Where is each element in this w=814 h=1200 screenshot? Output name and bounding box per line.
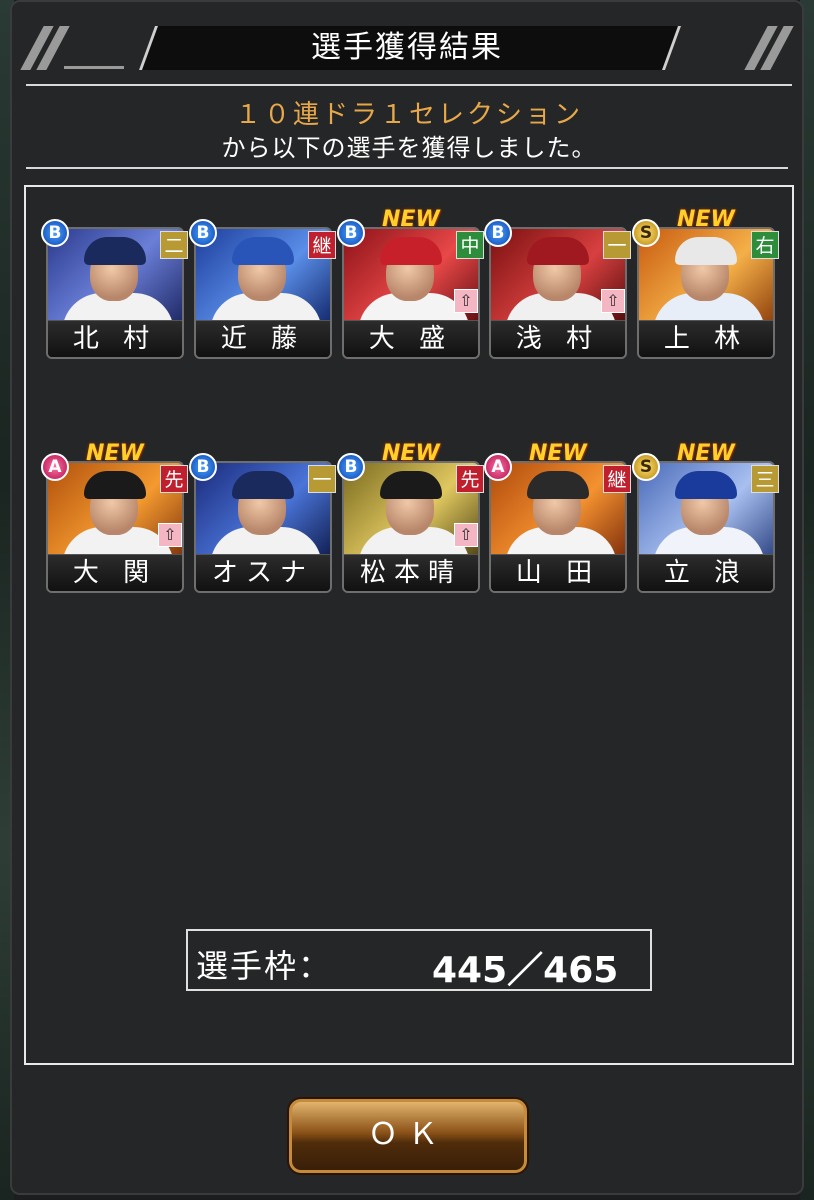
player-name-bar: オスナ [196,554,330,591]
roster-capacity-value: 445／465 [432,950,619,991]
level-up-icon: ⇧ [158,523,182,547]
player-name-bar: 上 林 [639,320,773,357]
ok-button[interactable]: ＯＫ [289,1099,527,1173]
roster-capacity-label: 選手枠： [196,947,333,985]
player-name: オスナ [211,558,314,588]
gacha-name: １０連ドラ１セレクション [234,100,583,130]
player-name: 立 浪 [663,558,749,588]
player-cap [527,237,589,265]
player-name: 近 藤 [220,324,306,354]
player-name: 山 田 [515,558,601,588]
rank-badge: B [189,219,217,247]
new-badge: NEW [529,441,587,466]
new-badge: NEW [677,207,735,232]
position-badge: 一 [603,231,631,259]
player-cap [84,237,146,265]
level-up-icon: ⇧ [454,289,478,313]
position-badge: 継 [308,231,336,259]
position-badge: 右 [751,231,779,259]
player-name: 松本晴 [359,558,462,588]
player-name-bar: 松本晴 [344,554,478,591]
position-badge: 一 [308,465,336,493]
result-dialog: 選手獲得結果 １０連ドラ１セレクション から以下の選手を獲得しました。 北 村 B… [10,0,804,1195]
subtitle-divider [26,167,788,169]
result-message: から以下の選手を獲得しました。 [221,134,597,162]
player-name-bar: 浅 村 [491,320,625,357]
player-card[interactable]: 上 林 S 右 NEW [632,207,779,361]
player-name: 大 盛 [368,324,454,354]
rank-badge: B [189,453,217,481]
player-name-bar: 山 田 [491,554,625,591]
player-card[interactable]: 大 盛 ⇧ B 中 NEW [337,207,484,361]
position-badge: 継 [603,465,631,493]
player-name-bar: 近 藤 [196,320,330,357]
player-name-bar: 大 盛 [344,320,478,357]
player-cap [232,471,294,499]
player-name: 上 林 [663,324,749,354]
title-decoration-left [20,26,142,70]
player-card[interactable]: オスナ B 一 [189,453,336,595]
player-card[interactable]: 立 浪 S 三 NEW [632,441,779,595]
player-cap [84,471,146,499]
players-panel: 北 村B二近 藤B継大 盛 ⇧ B 中 NEW 浅 村 ⇧ B 一上 林 S 右 NEW 大 関 ⇧ A 先 N… [24,185,794,1065]
position-badge: 二 [160,231,188,259]
player-cap [527,471,589,499]
rank-badge: S [632,219,660,247]
rank-badge: A [41,453,69,481]
level-up-icon: ⇧ [601,289,625,313]
player-name-bar: 大 関 [48,554,182,591]
player-name-bar: 立 浪 [639,554,773,591]
rank-badge: A [484,453,512,481]
new-badge: NEW [382,441,440,466]
position-badge: 先 [456,465,484,493]
rank-badge: B [337,219,365,247]
title-bar: 選手獲得結果 [12,16,806,86]
new-badge: NEW [677,441,735,466]
player-name: 大 関 [72,558,158,588]
position-badge: 中 [456,231,484,259]
player-name: 北 村 [72,324,158,354]
player-card[interactable]: 近 藤 B 継 [189,219,336,361]
player-card[interactable]: 浅 村 ⇧ B 一 [484,219,631,361]
rank-badge: B [41,219,69,247]
player-card[interactable]: 山 田 A 継 NEW [484,441,631,595]
player-name: 浅 村 [515,324,601,354]
player-cap [232,237,294,265]
player-card[interactable]: 松本晴 ⇧ B 先 NEW [337,441,484,595]
position-badge: 先 [160,465,188,493]
player-card[interactable]: 北 村 B 二 [41,219,188,361]
rank-badge: B [484,219,512,247]
rank-badge: S [632,453,660,481]
new-badge: NEW [382,207,440,232]
position-badge: 三 [751,465,779,493]
level-up-icon: ⇧ [454,523,478,547]
dialog-title: 選手獲得結果 [311,30,503,65]
new-badge: NEW [86,441,144,466]
roster-capacity: 選手枠： 445／465 [186,929,652,991]
player-cap [675,237,737,265]
title-decoration-right [676,26,796,70]
player-card[interactable]: 大 関 ⇧ A 先 NEW [41,441,188,595]
title-underline [26,84,792,86]
player-cap [675,471,737,499]
rank-badge: B [337,453,365,481]
player-cap [380,471,442,499]
player-cap [380,237,442,265]
player-name-bar: 北 村 [48,320,182,357]
